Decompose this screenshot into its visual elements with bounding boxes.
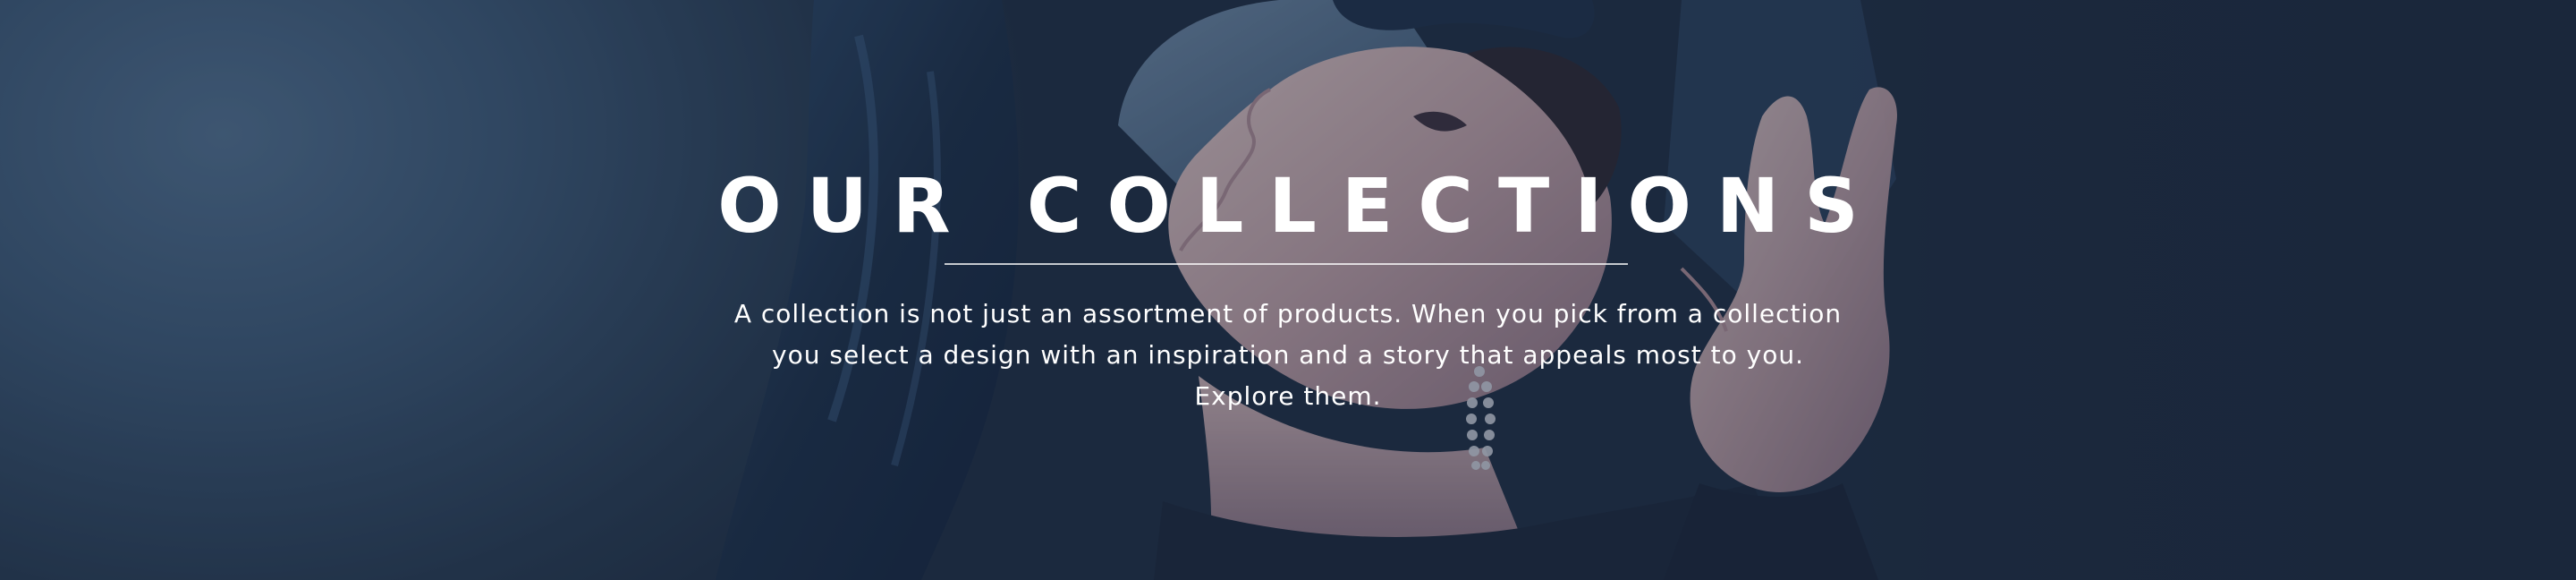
collections-hero: OUR COLLECTIONS A collection is not just… [0, 0, 2576, 580]
hero-description-line: you select a design with an inspiration … [772, 340, 1804, 370]
page-title: OUR COLLECTIONS [717, 162, 1884, 250]
hero-description-line: A collection is not just an assortment o… [733, 299, 1843, 328]
hero-description-line: Explore them. [1194, 381, 1382, 411]
title-divider [945, 263, 1628, 265]
hero-description: A collection is not just an assortment o… [572, 294, 2004, 417]
hero-content: OUR COLLECTIONS A collection is not just… [0, 0, 2576, 580]
